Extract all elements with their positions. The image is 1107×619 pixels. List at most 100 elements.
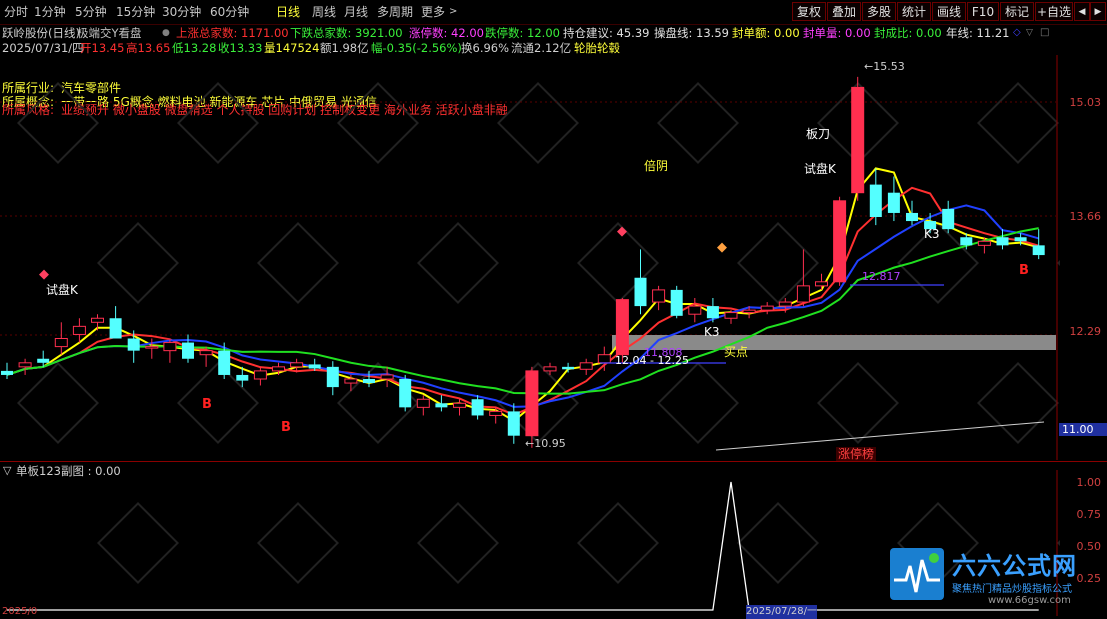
mark-button[interactable]: 标记 [1000,2,1034,21]
tab-5min[interactable]: 5分钟 [75,3,107,21]
overlay-button[interactable]: 叠加 [827,2,861,21]
tab-1min[interactable]: 1分钟 [34,3,66,21]
candle-down[interactable] [471,399,484,416]
candle-down[interactable] [435,403,448,408]
candle-up[interactable] [416,398,430,408]
candle-down[interactable] [363,379,375,384]
draw-line-button[interactable]: 画线 [932,2,966,21]
ma-trend-line [6,227,1039,395]
candle-up[interactable] [18,362,32,368]
candle-down[interactable] [1,370,13,375]
candle-up[interactable] [199,350,213,356]
candle-down[interactable] [906,212,918,222]
dropdown-icon[interactable]: ▽ [1026,26,1033,40]
nav-back-icon[interactable]: ◀ [1074,2,1090,21]
candle-down[interactable] [1014,237,1027,242]
candle-up[interactable] [145,346,159,349]
candle-up[interactable] [272,366,285,372]
candle-down[interactable] [869,184,882,217]
candle-down[interactable] [37,358,50,363]
candle-up[interactable] [833,200,847,283]
candle-up[interactable] [72,325,86,335]
candle-down[interactable] [308,364,321,369]
diamond-signal-icon: ◆ [717,240,727,255]
candle-down[interactable] [942,208,955,230]
candle-down[interactable] [562,366,575,370]
candle-down[interactable] [996,237,1009,246]
seal-amount: 封单额: 0.00 [732,26,800,40]
candle-down[interactable] [127,338,140,351]
tab-daily[interactable]: 日线 [276,3,300,21]
watermark-logo: 六六公式网 聚焦热门精品炒股指标公式 www.66gsw.com [888,546,1098,610]
candle-up[interactable] [290,362,304,368]
tab-15min[interactable]: 15分钟 [116,3,155,21]
candle-up[interactable] [760,305,774,311]
candle-up[interactable] [742,309,756,314]
indicator-line [7,481,1039,611]
candle-up[interactable] [54,338,68,348]
sub-tick: 0.75 [1076,508,1102,521]
candle-up[interactable] [579,362,593,370]
candle-down[interactable] [1032,245,1045,256]
logo-url: www.66gsw.com [988,595,1071,606]
period-toolbar: 分时 1分钟 5分钟 15分钟 30分钟 60分钟 日线 周线 月线 多周期 更… [0,0,1107,25]
statistics-button[interactable]: 统计 [897,2,931,21]
chevron-right-icon[interactable]: > [449,3,457,21]
candle-up[interactable] [815,281,828,287]
candle-up[interactable] [525,370,539,437]
candle-down[interactable] [960,237,973,246]
candlestick-chart[interactable] [0,55,1060,460]
multi-stock-button[interactable]: 多股 [862,2,896,21]
candle-down[interactable] [670,289,683,316]
f10-button[interactable]: F10 [967,2,999,21]
tab-monthly[interactable]: 月线 [344,3,368,21]
indicator-dot-icon: ● [162,28,170,38]
candle-up[interactable] [851,86,865,194]
candle-down[interactable] [706,306,719,319]
candle-down[interactable] [634,277,647,307]
candle-up[interactable] [688,305,702,315]
quote-turnover: 换6.96% [461,41,510,55]
candle-down[interactable] [236,374,249,381]
tab-intraday[interactable]: 分时 [4,3,28,21]
quote-close: 收13.33 [218,41,263,55]
candle-up[interactable] [543,366,557,372]
candle-up[interactable] [344,378,358,384]
year-line: 年线: 11.21 [946,26,1010,40]
k3-label-2: K3 [924,227,940,241]
level-12817-label: 12.817 [862,270,901,283]
tab-60min[interactable]: 60分钟 [210,3,249,21]
candle-up[interactable] [615,299,629,356]
candle-up[interactable] [163,342,177,352]
candle-up[interactable] [977,240,991,246]
quote-amount: 额1.98亿 [320,41,369,55]
tab-more[interactable]: 更多 [421,3,445,21]
candle-down[interactable] [182,342,194,359]
tab-30min[interactable]: 30分钟 [162,3,201,21]
limit-up-board-label[interactable]: 涨停榜 [836,447,877,461]
candle-up[interactable] [778,301,792,307]
candle-down[interactable] [326,366,339,388]
tab-weekly[interactable]: 周线 [312,3,336,21]
candle-down[interactable] [399,379,412,408]
candle-up[interactable] [489,410,503,416]
tab-multi-period[interactable]: 多周期 [377,3,413,21]
candle-up[interactable] [796,285,810,303]
window-toggle-icon[interactable]: □ [1040,26,1049,40]
candle-up[interactable] [652,289,666,303]
double-yin-label: 倍阴 [644,159,669,173]
candle-up[interactable] [253,370,267,380]
candle-up[interactable] [597,354,611,364]
adjust-button[interactable]: 复权 [792,2,826,21]
candle-down[interactable] [507,411,520,436]
nav-forward-icon[interactable]: ▶ [1090,2,1106,21]
candle-up[interactable] [453,402,466,408]
candle-down[interactable] [218,350,231,375]
add-watchlist-button[interactable]: +自选 [1035,2,1073,21]
candle-down[interactable] [887,192,900,213]
buy-point-label: 买点 [724,345,749,359]
candle-up[interactable] [91,317,104,323]
candle-up[interactable] [380,374,394,380]
candle-up[interactable] [724,312,738,319]
candle-down[interactable] [109,318,122,339]
